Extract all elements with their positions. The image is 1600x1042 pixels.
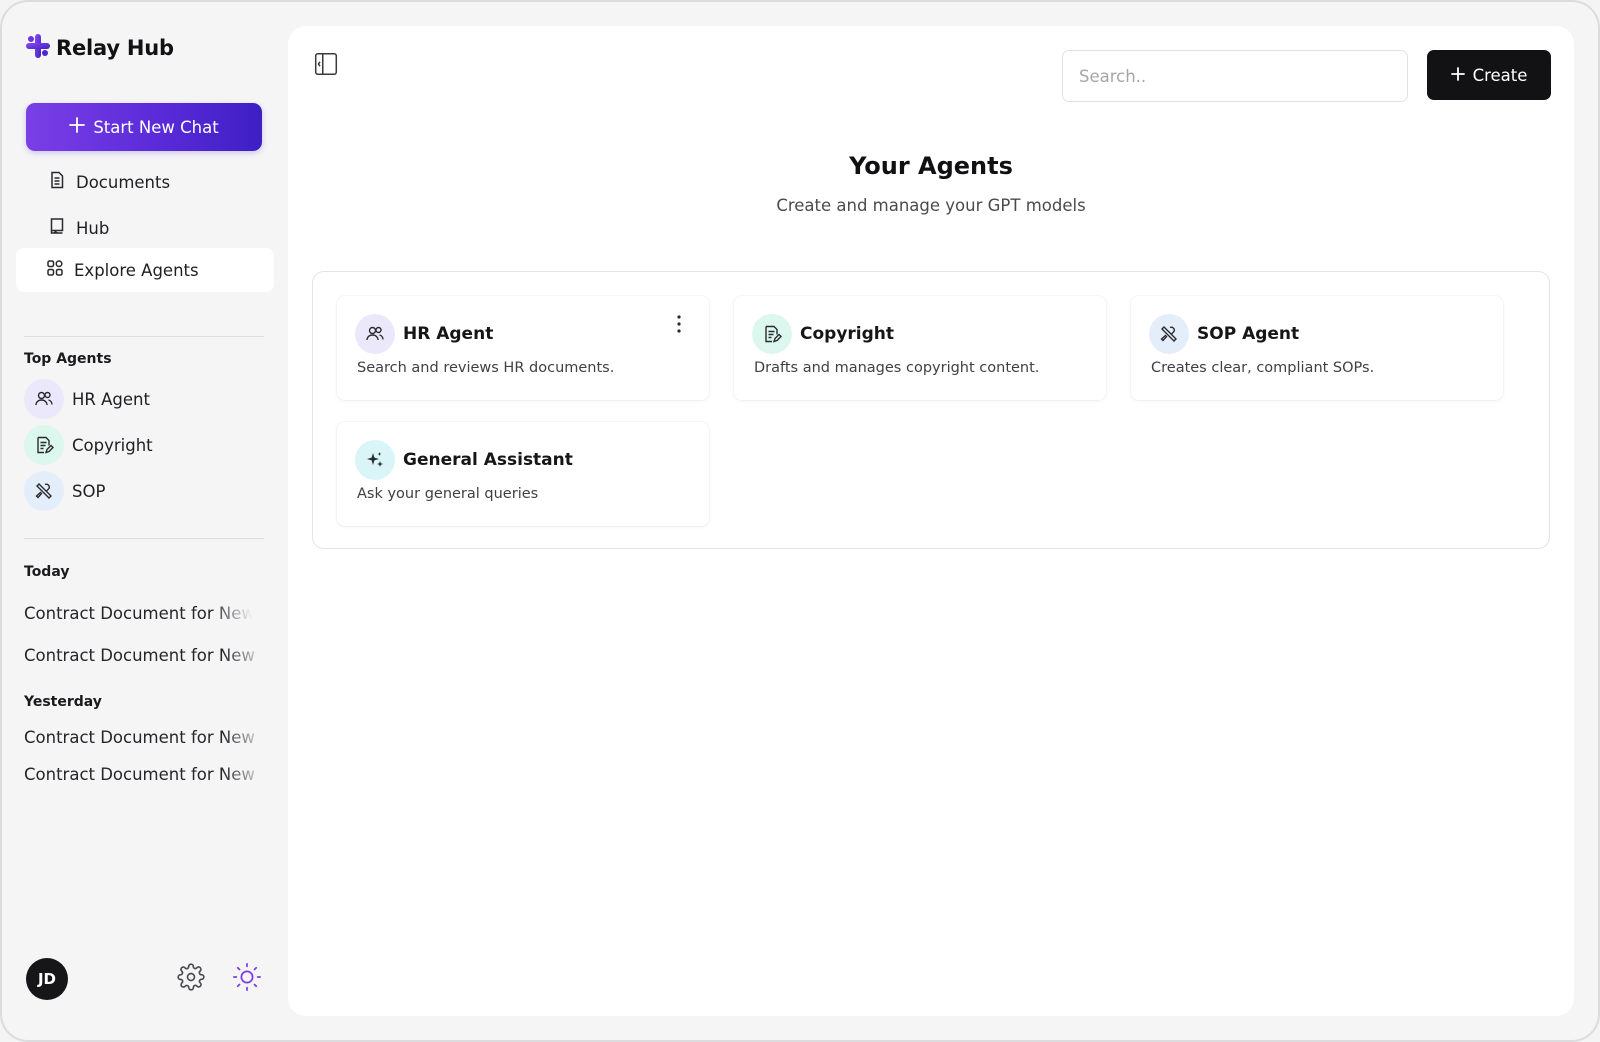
app-title: Relay Hub [56,36,174,60]
theme-toggle-button[interactable] [232,962,262,996]
page-title: Your Agents [849,152,1013,180]
start-new-chat-button[interactable]: Start New Chat [26,103,262,151]
tools-icon [1149,314,1189,354]
agent-card-copyright[interactable]: Copyright Drafts and manages copyright c… [734,296,1106,400]
sidebar-item-label: Documents [76,172,171,192]
sidebar-item-documents[interactable]: Documents [16,160,274,204]
users-icon [355,314,395,354]
tools-icon [24,471,64,511]
start-new-chat-label: Start New Chat [93,117,219,137]
agent-card-header: SOP Agent [1149,314,1299,354]
sparkles-icon [355,440,395,480]
page-subtitle: Create and manage your GPT models [776,196,1086,215]
sidebar-item-label: Hub [76,218,110,238]
top-agent-sop[interactable]: SOP [24,471,105,511]
agent-card-title: SOP Agent [1197,324,1300,344]
sidebar-item-label: Explore Agents [74,260,199,280]
settings-button[interactable] [176,963,206,995]
grid-icon [46,259,64,281]
today-heading: Today [24,564,70,580]
sidebar-item-explore-agents[interactable]: Explore Agents [16,248,274,292]
agent-card-description: Creates clear, compliant SOPs. [1151,360,1375,376]
agents-grid: HR Agent Search and reviews HR documents… [312,271,1550,549]
yesterday-heading: Yesterday [24,694,102,710]
sidebar-toggle-icon [313,51,339,81]
more-options-button[interactable] [671,314,687,338]
top-agent-label: SOP [72,481,106,501]
top-agent-copyright[interactable]: Copyright [24,425,153,465]
document-edit-icon [752,314,792,354]
brand[interactable]: Relay Hub [24,32,174,64]
sidebar: Relay Hub Start New Chat Documents Hub E… [0,0,286,1042]
chat-history-item[interactable]: Contract Document for New [24,728,266,747]
sidebar-divider [24,538,264,539]
sidebar-item-hub[interactable]: Hub [16,206,274,250]
agent-card-header: HR Agent [355,314,493,354]
document-edit-icon [24,425,64,465]
book-icon [48,217,66,239]
search-input[interactable] [1062,50,1408,102]
sidebar-divider [24,336,264,337]
plus-icon [69,117,86,137]
users-icon [24,379,64,419]
chat-history-item[interactable]: Contract Document for New [24,765,266,784]
agent-card-description: Search and reviews HR documents. [357,360,615,376]
document-icon [48,171,66,193]
agent-card-title: Copyright [800,324,895,344]
user-avatar[interactable]: JD [26,958,68,1000]
agent-card-header: Copyright [752,314,894,354]
agent-card-header: General Assistant [355,440,573,480]
create-label: Create [1472,65,1528,85]
gear-icon [177,963,205,995]
chat-history-item[interactable]: Contract Document for New [24,646,266,665]
agent-card-sop[interactable]: SOP Agent Creates clear, compliant SOPs. [1131,296,1503,400]
relay-hub-logo-icon [24,32,52,64]
agent-card-general-assistant[interactable]: General Assistant Ask your general queri… [337,422,709,526]
plus-icon [1450,66,1465,85]
agent-card-title: General Assistant [403,450,573,470]
agent-card-title: HR Agent [403,324,494,344]
toggle-sidebar-button[interactable] [312,52,340,80]
top-agent-hr[interactable]: HR Agent [24,379,150,419]
agent-card-description: Ask your general queries [357,486,539,502]
chat-history-item[interactable]: Contract Document for New [24,604,252,623]
top-agent-label: HR Agent [72,389,150,409]
main-panel: Create Your Agents Create and manage you… [288,26,1574,1016]
top-agent-label: Copyright [72,435,153,455]
sun-icon [232,962,262,996]
agent-card-description: Drafts and manages copyright content. [754,360,1040,376]
kebab-menu-icon [677,315,681,337]
top-agents-heading: Top Agents [24,351,112,367]
agent-card-hr[interactable]: HR Agent Search and reviews HR documents… [337,296,709,400]
create-button[interactable]: Create [1427,50,1551,100]
